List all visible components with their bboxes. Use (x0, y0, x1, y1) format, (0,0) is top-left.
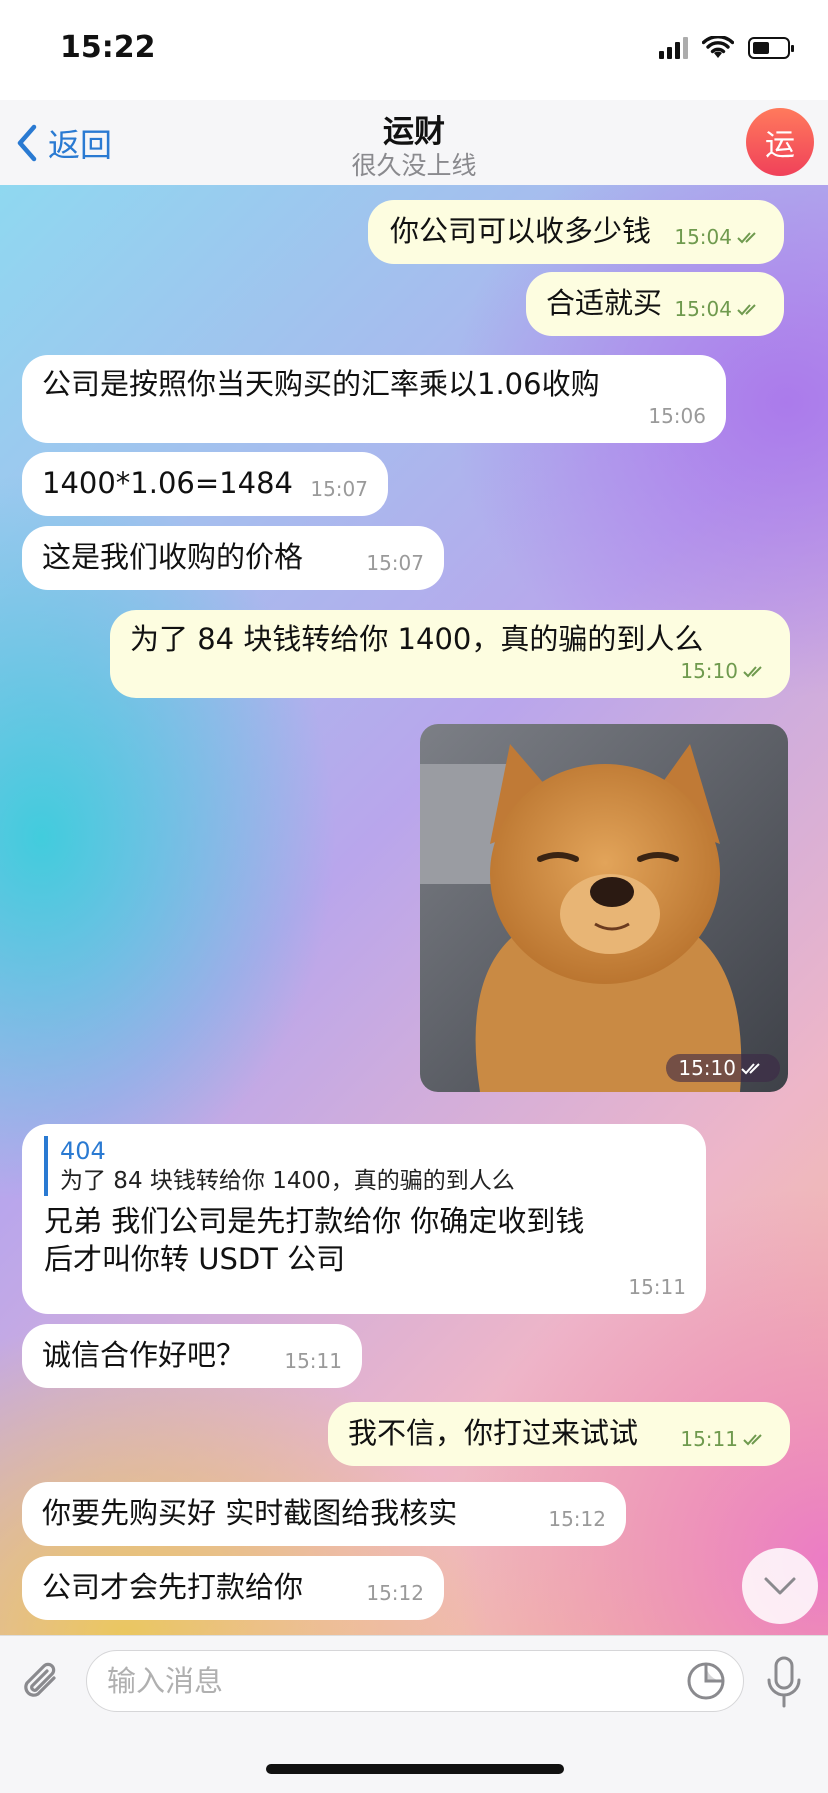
message-outgoing[interactable]: 你公司可以收多少钱 15:04 (368, 200, 784, 264)
message-meta: 15:04 (674, 218, 764, 256)
message-text: 你要先购买好 实时截图给我核实 (42, 1496, 458, 1530)
message-meta: 15:07 (310, 470, 368, 508)
home-indicator[interactable] (266, 1764, 564, 1774)
message-incoming[interactable]: 公司是按照你当天购买的汇率乘以1.06收购 15:06 (22, 355, 726, 443)
message-time: 15:04 (674, 297, 732, 321)
reply-quote[interactable]: 404 为了 84 块钱转给你 1400，真的骗的到人么 (44, 1136, 706, 1196)
message-time: 15:11 (680, 1427, 738, 1451)
message-meta: 15:11 (284, 1342, 342, 1380)
chat-title: 运财 (383, 114, 445, 150)
message-text: 这是我们收购的价格 (42, 540, 304, 574)
message-outgoing[interactable]: 为了 84 块钱转给你 1400，真的骗的到人么 15:10 (110, 610, 790, 698)
message-incoming[interactable]: 公司才会先打款给你 15:12 (22, 1556, 444, 1620)
message-time: 15:11 (628, 1275, 686, 1299)
message-text: 公司才会先打款给你 (42, 1570, 304, 1604)
message-text: 诚信合作好吧？ (42, 1338, 246, 1372)
message-meta: 15:11 (680, 1420, 770, 1458)
message-time: 15:10 (678, 1056, 736, 1080)
message-meta: 15:11 (628, 1268, 686, 1306)
message-incoming[interactable]: 1400*1.06=1484 15:07 (22, 452, 388, 516)
scroll-to-bottom-button[interactable] (742, 1548, 818, 1624)
double-check-icon (743, 1434, 762, 1446)
battery-icon (748, 37, 794, 59)
message-outgoing[interactable]: 合适就买 15:04 (526, 272, 784, 336)
chevron-down-icon (764, 1577, 796, 1595)
photo-time: 15:10 (666, 1054, 780, 1082)
message-incoming-reply[interactable]: 404 为了 84 块钱转给你 1400，真的骗的到人么 兄弟 我们公司是先打款… (22, 1124, 706, 1314)
message-text: 合适就买 (546, 286, 663, 320)
photo-message[interactable]: 15:10 (420, 724, 788, 1092)
message-meta: 15:07 (366, 544, 424, 582)
message-text: 为了 84 块钱转给你 1400，真的骗的到人么 (130, 622, 704, 656)
cellular-signal-icon (659, 37, 688, 59)
message-text: 我不信，你打过来试试 (348, 1416, 639, 1450)
status-time: 15:22 (60, 30, 156, 65)
message-time: 15:06 (648, 404, 706, 428)
status-icons (659, 34, 794, 62)
message-input[interactable]: 输入消息 (86, 1650, 744, 1712)
double-check-icon (741, 1063, 760, 1075)
microphone-icon[interactable] (764, 1654, 804, 1710)
message-incoming[interactable]: 你要先购买好 实时截图给我核实 15:12 (22, 1482, 626, 1546)
chat-status: 很久没上线 (351, 151, 477, 180)
wifi-icon (702, 36, 734, 58)
message-meta: 15:12 (366, 1574, 424, 1612)
message-incoming[interactable]: 诚信合作好吧？ 15:11 (22, 1324, 362, 1388)
message-incoming[interactable]: 这是我们收购的价格 15:07 (22, 526, 444, 590)
message-text: 你公司可以收多少钱 (390, 214, 652, 248)
avatar[interactable]: 运 (746, 108, 814, 176)
message-meta: 15:04 (674, 290, 764, 328)
reply-quoted-text: 为了 84 块钱转给你 1400，真的骗的到人么 (60, 1168, 515, 1194)
double-check-icon (743, 666, 762, 678)
paperclip-icon[interactable] (20, 1656, 64, 1706)
message-time: 15:11 (284, 1349, 342, 1373)
status-bar: 15:22 (0, 0, 828, 100)
message-time: 15:07 (366, 551, 424, 575)
chat-header: 返回 运财 很久没上线 运 (0, 100, 828, 185)
message-time: 15:12 (548, 1507, 606, 1531)
double-check-icon (737, 232, 756, 244)
dog-photo (420, 724, 788, 1092)
message-text-line: 后才叫你转 USDT 公司 (44, 1242, 346, 1276)
message-meta: 15:10 (680, 652, 770, 690)
message-outgoing[interactable]: 我不信，你打过来试试 15:11 (328, 1402, 790, 1466)
message-time: 15:07 (310, 477, 368, 501)
message-text: 1400*1.06=1484 (42, 466, 293, 500)
message-meta: 15:06 (648, 397, 706, 435)
message-time: 15:04 (674, 225, 732, 249)
message-time: 15:10 (680, 659, 738, 683)
sticker-icon[interactable] (686, 1661, 726, 1701)
reply-author: 404 (60, 1137, 106, 1165)
message-meta: 15:12 (548, 1500, 606, 1538)
message-text-line: 兄弟 我们公司是先打款给你 你确定收到钱 (44, 1204, 585, 1238)
message-text: 公司是按照你当天购买的汇率乘以1.06收购 (42, 367, 600, 401)
double-check-icon (737, 304, 756, 316)
message-time: 15:12 (366, 1581, 424, 1605)
